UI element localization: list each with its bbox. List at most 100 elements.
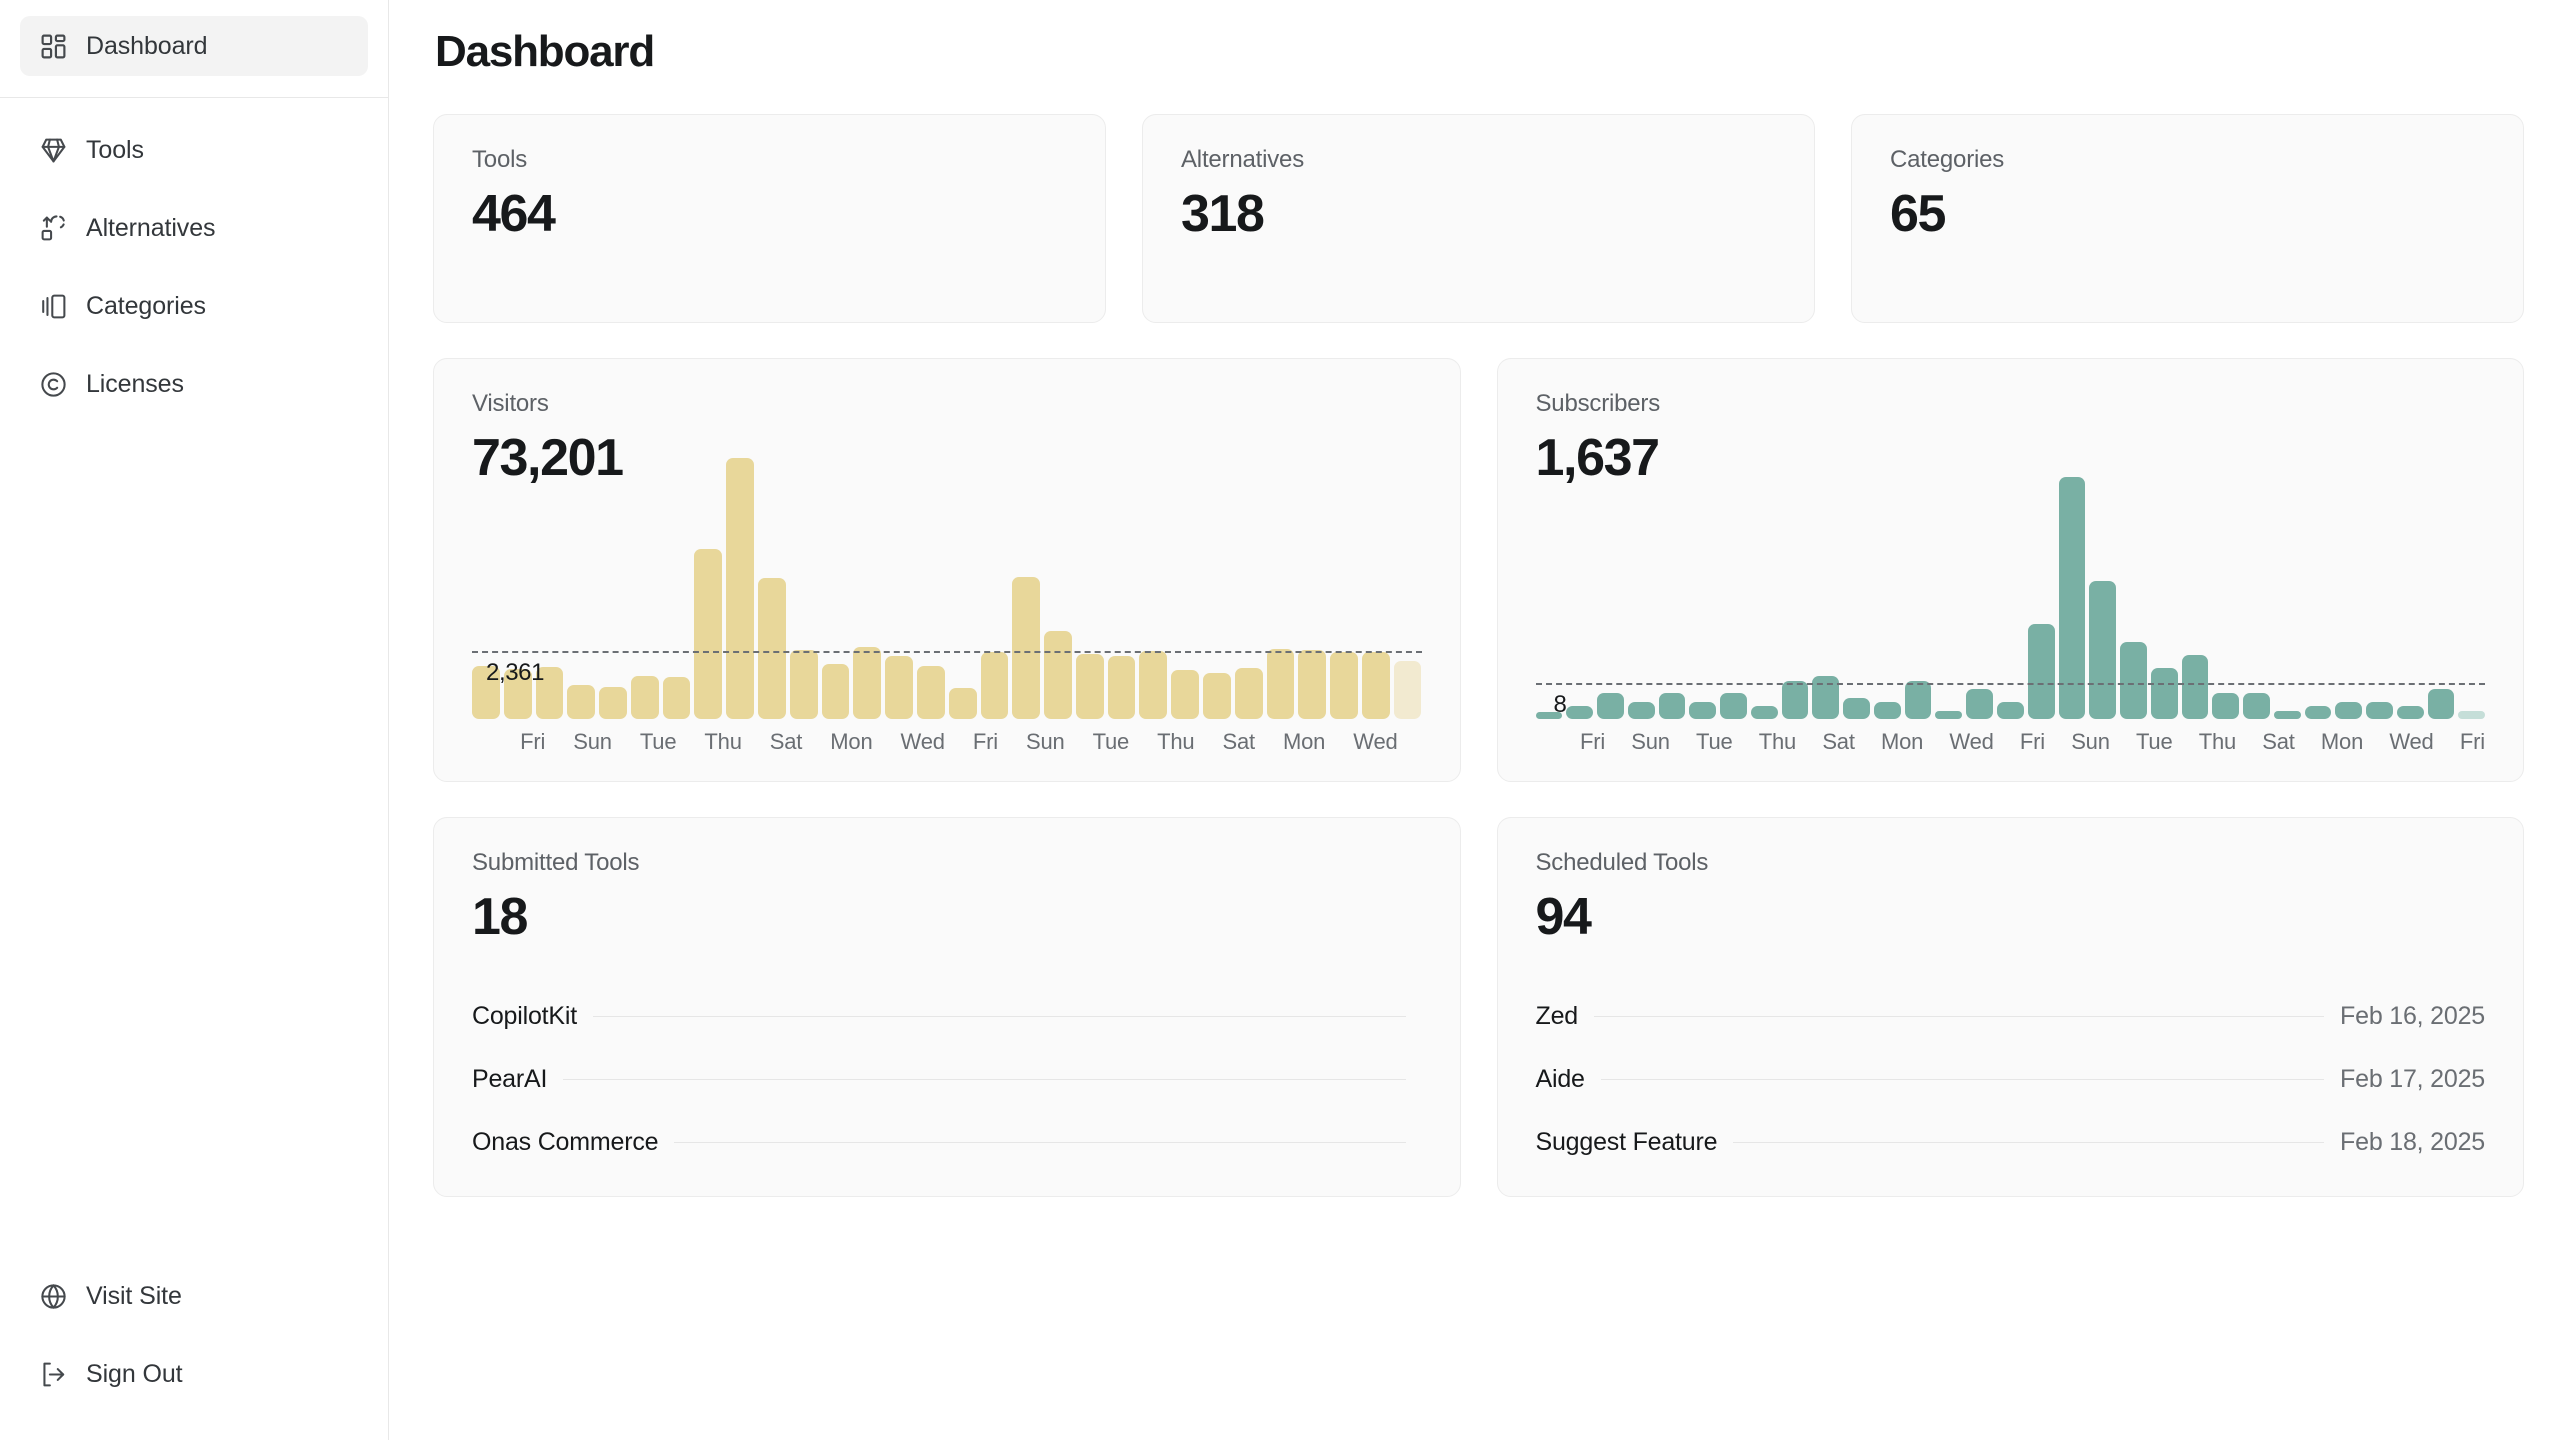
sidebar-item-categories[interactable]: Categories [20,276,368,336]
stat-cards-row: Tools 464 Alternatives 318 Categories 65 [433,114,2524,324]
bar[interactable] [1658,693,1686,720]
bar[interactable] [2212,693,2240,720]
app-root: Dashboard Tools Alternatives Categories … [0,0,2560,1440]
bar[interactable] [916,665,945,720]
bar[interactable] [2335,702,2363,720]
sidebar-item-label: Tools [86,135,144,164]
bar[interactable] [1171,670,1199,720]
bar[interactable] [1330,652,1358,720]
bar[interactable] [2427,689,2455,720]
bar[interactable] [980,652,1009,720]
bar[interactable] [726,458,755,720]
bar[interactable] [758,578,786,720]
sidebar-item-visit-site[interactable]: Visit Site [20,1266,368,1326]
bar[interactable] [885,656,913,720]
bar[interactable] [1139,651,1168,720]
bar[interactable] [2458,710,2486,720]
x-axis-tick [746,729,766,755]
bar[interactable] [1781,680,1809,720]
bar[interactable] [1627,702,1655,720]
list-item[interactable]: Suggest Feature Feb 18, 2025 [1536,1111,2486,1174]
list-item[interactable]: PearAI [472,1048,1422,1111]
x-axis-tick: Wed [900,729,945,755]
sidebar-item-alternatives[interactable]: Alternatives [20,198,368,258]
bar[interactable] [1107,655,1136,720]
bar[interactable] [630,675,659,720]
x-axis-tick: Sun [1025,729,1065,755]
stat-label: Categories [1890,146,2005,174]
bar[interactable] [789,649,818,720]
x-axis-tick [496,729,516,755]
submitted-tools-card: Submitted Tools 18 CopilotKit PearAI Onas … [433,817,1461,1198]
bar[interactable] [662,676,691,720]
list-item-rule [1593,1015,2325,1017]
list-item[interactable]: Onas Commerce [472,1111,1422,1174]
x-axis-tick: Sat [1222,729,1256,755]
list-item[interactable]: CopilotKit [472,985,1422,1048]
average-label: 2,361 [486,659,545,687]
stat-card-tools: Tools 464 [433,114,1106,324]
bar[interactable] [2089,581,2117,720]
columns-icon [39,292,68,321]
bar[interactable] [1298,650,1327,720]
stat-label: Alternatives [1181,146,1304,174]
bar[interactable] [1075,654,1104,720]
bar-group [1535,451,2486,720]
bar[interactable] [1597,693,1624,720]
x-axis-tick: Wed [1949,729,1994,755]
stat-card-categories: Categories 65 [1851,114,2524,324]
bar[interactable] [1234,668,1263,720]
bar[interactable] [1935,710,1963,720]
chart-title: Subscribers [1535,390,1661,418]
x-axis-tick: Tue [1092,729,1130,755]
bar[interactable] [948,687,977,720]
bar[interactable] [2120,641,2147,720]
bar[interactable] [2366,702,2393,720]
x-axis-tick: Tue [1696,729,1733,755]
bar[interactable] [694,549,723,720]
bar[interactable] [1966,689,1993,720]
bar[interactable] [2273,710,2301,720]
x-axis-tick: Mon [1283,729,1326,755]
bar[interactable] [2396,706,2424,720]
x-axis-tick: Wed [1353,729,1398,755]
bar[interactable] [1012,577,1041,720]
bar[interactable] [1689,702,1717,720]
list-item[interactable]: Aide Feb 17, 2025 [1536,1048,2486,1111]
bar[interactable] [853,646,882,720]
bar[interactable] [1996,702,2024,720]
sidebar-item-sign-out[interactable]: Sign Out [20,1344,368,1404]
bar[interactable] [1393,660,1422,720]
bar[interactable] [1361,652,1390,720]
bar[interactable] [1720,693,1747,720]
bar[interactable] [1266,648,1295,720]
x-axis-tick [1069,729,1089,755]
bar[interactable] [2027,624,2055,720]
bar[interactable] [2150,667,2178,720]
bar[interactable] [1044,631,1072,720]
visitors-bar-chart[interactable]: 2,361 Fri Sun Tue Thu Sat Mon Wed Fri Sun Tue Thu Sa… [472,458,1422,756]
sidebar-item-tools[interactable]: Tools [20,120,368,180]
subscribers-bar-chart[interactable]: 8 Fri Sun Tue Thu Sat Mon Wed Fri Sun Tue Thu Sat Mon… [1535,477,2486,756]
list-item[interactable]: Zed Feb 16, 2025 [1536,985,2486,1048]
list-item-rule [1600,1078,2325,1080]
bar[interactable] [567,684,596,720]
bar[interactable] [2243,693,2270,720]
bar[interactable] [821,664,850,720]
bar[interactable] [599,687,627,720]
card-label: Submitted Tools [472,849,640,877]
layout-dashboard-icon [39,32,68,61]
sidebar-item-licenses[interactable]: Licenses [20,354,368,414]
x-axis-tick [2049,729,2067,755]
sidebar-item-dashboard[interactable]: Dashboard [20,16,368,76]
bar[interactable] [2181,654,2209,720]
stat-label: Tools [472,146,528,174]
bar[interactable] [1904,680,1932,720]
bar[interactable] [1750,706,1778,720]
bar[interactable] [1843,697,1870,720]
bar[interactable] [1873,702,1901,720]
bar[interactable] [1566,706,1594,720]
bar[interactable] [2304,706,2332,720]
x-axis-tick [2240,729,2258,755]
bar[interactable] [1202,673,1231,720]
